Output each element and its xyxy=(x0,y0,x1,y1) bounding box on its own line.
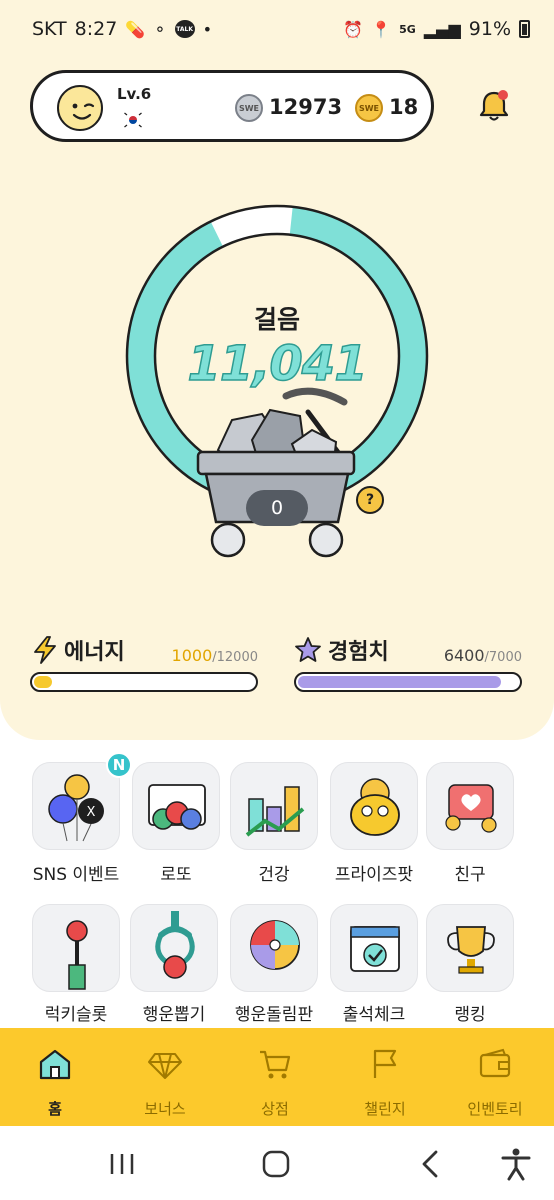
experience-label: 경험치 xyxy=(328,640,389,665)
star-icon xyxy=(295,637,321,662)
steps-label: 걸음 xyxy=(253,305,300,334)
menu-lucky-draw[interactable] xyxy=(130,904,218,992)
calendar-check-icon xyxy=(350,926,400,972)
menu-lucky-slot[interactable] xyxy=(32,904,120,992)
energy-max: /12000 xyxy=(212,650,258,665)
energy-label: 에너지 xyxy=(64,640,125,665)
home-button-icon[interactable] xyxy=(258,1146,294,1182)
experience-bar xyxy=(294,672,522,692)
energy-bar-fill xyxy=(34,676,53,688)
recent-apps-icon[interactable] xyxy=(104,1146,140,1182)
back-icon[interactable] xyxy=(414,1146,450,1182)
cart-icon xyxy=(260,1050,291,1079)
diamond-icon xyxy=(148,1053,182,1079)
experience-value: 6400/7000 xyxy=(410,646,522,665)
svg-text:X: X xyxy=(87,805,96,820)
system-navigation-bar xyxy=(0,1126,554,1200)
energy-value: 1000/12000 xyxy=(150,646,258,665)
menu-health[interactable] xyxy=(230,762,318,850)
accessibility-icon[interactable] xyxy=(498,1146,534,1182)
friends-icon xyxy=(445,784,497,833)
home-icon xyxy=(39,1049,71,1080)
nav-shop-label: 상점 xyxy=(261,1100,289,1118)
help-button[interactable]: ? xyxy=(356,486,384,514)
new-badge: N xyxy=(106,752,132,778)
nav-challenge[interactable]: 챌린지 xyxy=(330,1028,440,1126)
menu-friends[interactable] xyxy=(426,762,514,850)
menu-attendance[interactable] xyxy=(330,904,418,992)
nav-challenge-label: 챌린지 xyxy=(364,1100,406,1118)
nav-bonus-label: 보너스 xyxy=(144,1100,186,1118)
flag-icon xyxy=(373,1049,397,1078)
menu-lotto[interactable] xyxy=(132,762,220,850)
roulette-icon xyxy=(250,920,300,970)
nav-bonus[interactable]: 보너스 xyxy=(110,1028,220,1126)
wallet-icon xyxy=(479,1048,511,1078)
bottom-navigation: 홈 보너스 상점 챌린지 인벤토리 xyxy=(0,1028,554,1126)
menu-sns-event[interactable]: X xyxy=(32,762,120,850)
experience-bar-fill xyxy=(298,676,501,688)
trophy-icon xyxy=(447,926,495,974)
nav-home-label: 홈 xyxy=(48,1100,62,1118)
mine-count-badge[interactable]: 0 xyxy=(246,490,308,526)
experience-title: 경험치 xyxy=(294,634,389,666)
claw-machine-icon xyxy=(155,911,195,979)
nav-inventory[interactable]: 인벤토리 xyxy=(440,1028,550,1126)
energy-current: 1000 xyxy=(171,646,213,665)
health-chart-icon xyxy=(245,786,305,837)
nav-inventory-label: 인벤토리 xyxy=(467,1100,523,1118)
menu-ranking[interactable] xyxy=(426,904,514,992)
experience-max: /7000 xyxy=(484,650,522,665)
menu-ranking-label: 랭킹 xyxy=(454,1005,486,1025)
menu-prize-pot[interactable] xyxy=(330,762,418,850)
lightning-icon xyxy=(34,636,56,664)
menu-friends-label: 친구 xyxy=(454,865,486,885)
menu-lucky-roulette[interactable] xyxy=(230,904,318,992)
step-count: 11,041 xyxy=(187,335,369,393)
lotto-icon xyxy=(148,784,206,830)
lucky-slot-icon xyxy=(66,920,88,990)
nav-shop[interactable]: 상점 xyxy=(220,1028,330,1126)
prize-pot-icon xyxy=(350,778,400,836)
energy-title: 에너지 xyxy=(32,634,125,666)
nav-home[interactable]: 홈 xyxy=(0,1028,110,1126)
energy-bar xyxy=(30,672,258,692)
mine-cart-icon xyxy=(196,387,356,558)
experience-current: 6400 xyxy=(443,646,485,665)
balloons-icon: X xyxy=(48,774,104,842)
